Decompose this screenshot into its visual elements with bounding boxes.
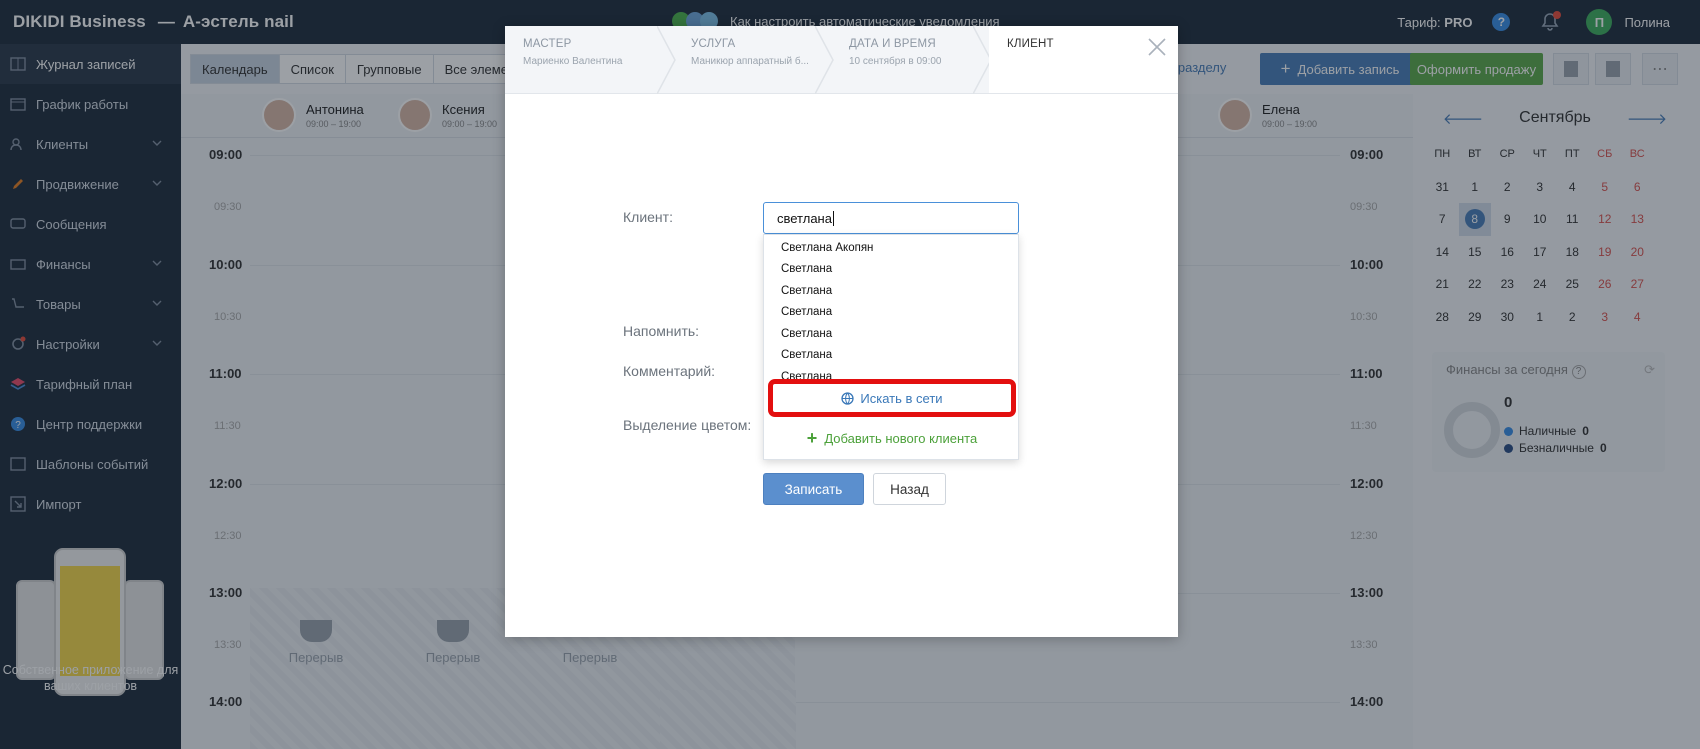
- back-button[interactable]: Назад: [873, 473, 946, 505]
- text-caret: [832, 210, 834, 226]
- suggestion-item[interactable]: Светлана: [764, 345, 1018, 367]
- suggestion-item[interactable]: Светлана: [764, 259, 1018, 281]
- add-new-client-button[interactable]: + Добавить нового клиента: [764, 421, 1020, 455]
- color-label: Выделение цветом:: [623, 417, 752, 433]
- comment-label: Комментарий:: [623, 363, 716, 379]
- close-icon[interactable]: [1146, 36, 1168, 58]
- suggestion-item[interactable]: Светлана: [764, 302, 1018, 324]
- globe-icon: [841, 391, 855, 405]
- step-datetime[interactable]: ДАТА И ВРЕМЯ 10 сентября в 09:00: [831, 26, 989, 94]
- search-online-button[interactable]: Искать в сети: [768, 379, 1016, 417]
- client-label: Клиент:: [623, 209, 673, 225]
- client-suggestions-dropdown: Светлана Акопян Светлана Светлана Светла…: [763, 234, 1019, 460]
- suggestion-item[interactable]: Светлана Акопян: [764, 237, 1018, 259]
- step-service[interactable]: УСЛУГА Маникюр аппаратный б...: [673, 26, 831, 94]
- wizard-steps: МАСТЕР Мариенко Валентина УСЛУГА Маникюр…: [505, 26, 1178, 94]
- plus-icon: +: [806, 428, 818, 448]
- suggestion-item[interactable]: Светлана: [764, 323, 1018, 345]
- suggestion-item[interactable]: Светлана: [764, 280, 1018, 302]
- client-search-input[interactable]: светлана: [763, 202, 1019, 234]
- new-record-modal: МАСТЕР Мариенко Валентина УСЛУГА Маникюр…: [505, 26, 1178, 637]
- step-master[interactable]: МАСТЕР Мариенко Валентина: [505, 26, 663, 94]
- save-record-button[interactable]: Записать: [763, 473, 864, 505]
- remind-label: Напомнить:: [623, 323, 700, 339]
